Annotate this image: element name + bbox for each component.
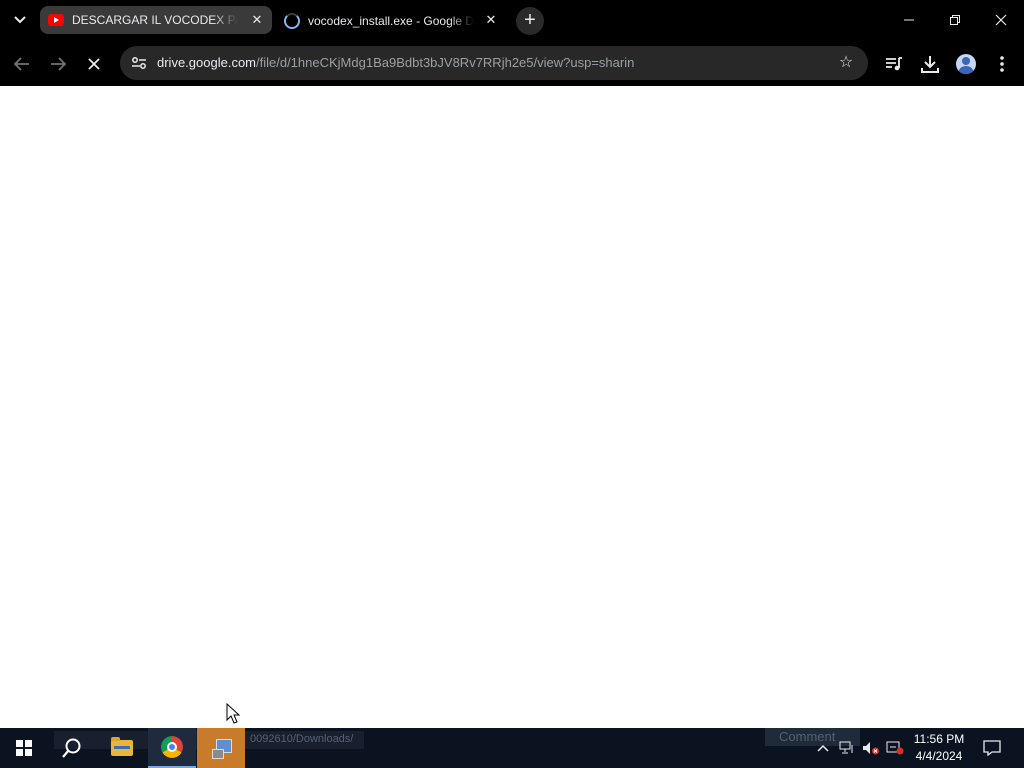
clock-date: 4/4/2024 — [915, 749, 963, 763]
volume-tray-button[interactable] — [860, 728, 882, 768]
installer-icon — [210, 737, 232, 759]
close-tab-icon[interactable]: ✕ — [250, 13, 264, 27]
close-tab-icon[interactable]: ✕ — [484, 13, 498, 27]
close-icon — [88, 58, 100, 70]
show-hidden-icons-button[interactable] — [812, 728, 834, 768]
chevron-up-icon — [817, 744, 829, 752]
back-button[interactable] — [7, 49, 37, 79]
playlist-music-icon — [886, 57, 902, 71]
restore-icon — [950, 15, 960, 25]
defender-alert-icon — [886, 741, 904, 755]
chrome-taskbar-button[interactable] — [148, 728, 196, 768]
address-bar[interactable]: drive.google.com/file/d/1hneCKjMdg1Ba9Bd… — [120, 46, 868, 80]
close-icon — [995, 14, 1007, 26]
profile-button[interactable] — [953, 51, 979, 77]
network-tray-button[interactable] — [836, 728, 858, 768]
tab-strip: DESCARGAR IL VOCODEX PARA ✕ vocodex_inst… — [0, 0, 1024, 42]
chevron-down-icon — [14, 16, 26, 24]
taskbar-clock[interactable]: 11:56 PM 4/4/2024 — [908, 731, 970, 765]
youtube-icon — [48, 14, 64, 26]
tab-title: vocodex_install.exe - Google Dr — [308, 14, 474, 28]
tab-youtube[interactable]: DESCARGAR IL VOCODEX PARA ✕ — [40, 6, 272, 34]
loading-spinner-icon — [284, 13, 300, 29]
windows-taskbar: 0092610/Downloads/ Comment 11:56 PM 4/4/… — [0, 728, 1024, 768]
folder-icon — [111, 737, 133, 756]
close-window-button[interactable] — [978, 0, 1024, 40]
installer-taskbar-button[interactable] — [197, 728, 245, 768]
tab-google-drive[interactable]: vocodex_install.exe - Google Dr ✕ — [276, 6, 506, 36]
security-tray-button[interactable] — [884, 728, 906, 768]
browser-toolbar: drive.google.com/file/d/1hneCKjMdg1Ba9Bd… — [0, 42, 1024, 86]
url-host: drive.google.com — [157, 55, 256, 70]
restore-button[interactable] — [932, 0, 978, 40]
action-center-button[interactable] — [978, 728, 1006, 768]
arrow-left-icon — [14, 57, 29, 71]
url-path: /file/d/1hneCKjMdg1Ba9Bdbt3bJV8Rv7RRjh2e… — [256, 55, 635, 70]
menu-button[interactable] — [989, 51, 1015, 77]
tune-icon — [132, 57, 146, 69]
stop-loading-button[interactable] — [79, 49, 109, 79]
start-button[interactable] — [0, 728, 48, 768]
volume-muted-icon — [863, 742, 879, 755]
mouse-pointer-icon — [226, 703, 240, 724]
forward-button[interactable] — [43, 49, 73, 79]
media-control-button[interactable] — [881, 51, 907, 77]
tab-title: DESCARGAR IL VOCODEX PARA — [72, 13, 238, 27]
new-tab-button[interactable]: + — [516, 7, 544, 35]
site-info-button[interactable] — [128, 52, 150, 74]
background-path-text: 0092610/Downloads/ — [250, 733, 354, 745]
windows-logo-icon — [16, 740, 32, 756]
file-explorer-button[interactable] — [98, 728, 146, 768]
tab-search-button[interactable] — [6, 8, 34, 32]
clock-time: 11:56 PM — [913, 732, 965, 746]
search-icon — [62, 738, 81, 758]
avatar-icon — [956, 54, 976, 74]
url-text: drive.google.com/file/d/1hneCKjMdg1Ba9Bd… — [157, 55, 634, 70]
more-vertical-icon — [1000, 56, 1004, 72]
arrow-right-icon — [51, 57, 66, 71]
minimize-button[interactable] — [886, 0, 932, 40]
page-content — [0, 86, 1024, 728]
minimize-icon — [904, 19, 914, 21]
downloads-button[interactable] — [917, 51, 943, 77]
network-icon — [839, 741, 853, 754]
chrome-icon — [161, 736, 183, 758]
download-icon — [921, 56, 939, 73]
notification-icon — [983, 740, 1001, 756]
bookmark-star-icon[interactable]: ☆ — [836, 53, 856, 73]
search-button[interactable] — [48, 728, 96, 768]
